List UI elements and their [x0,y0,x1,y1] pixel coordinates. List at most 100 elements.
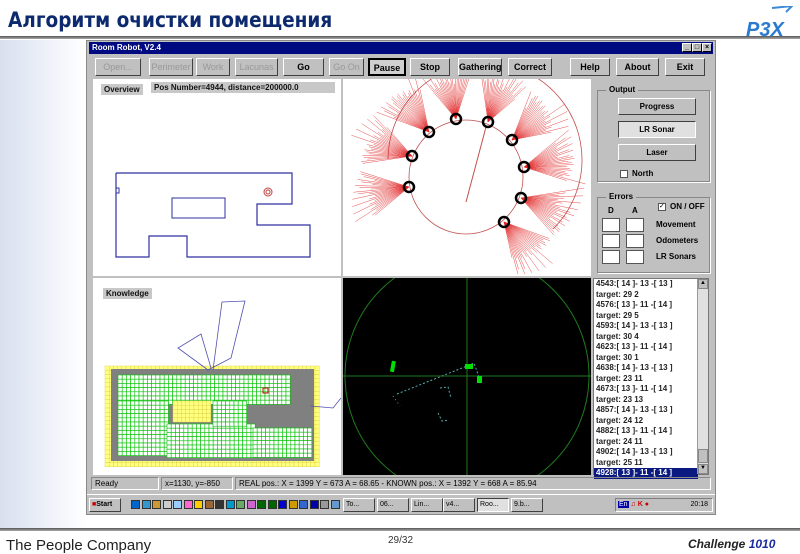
log-item[interactable]: target: 29 2 [594,290,708,301]
toolbar-button-stop[interactable]: Stop [410,58,450,76]
log-item[interactable]: target: 25 11 [594,458,708,469]
toolbar-button-exit[interactable]: Exit [665,58,705,76]
toolbar-button-gathering[interactable]: Gathering [458,58,502,76]
toolbar-button-about[interactable]: About [616,58,659,76]
toolbar-button-work[interactable]: Work [196,58,230,76]
start-label: Start [96,501,113,508]
log-item[interactable]: target: 30 4 [594,332,708,343]
task-button[interactable]: Roo... [477,498,509,512]
lr-sonars-d-field[interactable] [602,250,620,264]
quick-launch-icon[interactable] [278,500,287,509]
lr-sonars-a-field[interactable] [626,250,644,264]
cleaned-cell [147,378,152,384]
north-checkbox[interactable] [620,170,628,178]
quick-launch-icon[interactable] [225,500,235,509]
log-item[interactable]: 4623:[ 13 ]- 11 -[ 14 ] [594,342,708,353]
cleaned-cell [261,448,266,454]
quick-launch-icon[interactable] [288,500,298,509]
cleaned-cell [268,378,274,384]
quick-launch-icon[interactable] [309,500,319,509]
odometers-a-field[interactable] [626,234,644,248]
quick-launch-icon[interactable] [330,500,340,509]
cleaned-cell [159,374,165,380]
cleaned-cell [229,413,235,419]
quick-launch-icon[interactable] [246,500,256,509]
odometers-d-field[interactable] [602,234,620,248]
quick-launch-icon[interactable] [257,500,266,509]
quick-launch-icon[interactable] [299,500,308,509]
cleaned-cell [134,409,140,414]
cleaned-cell [214,387,220,393]
cleaned-cell [290,444,296,450]
task-button[interactable]: 06... [377,498,409,512]
log-item[interactable]: 4576:[ 13 ]- 11 -[ 14 ] [594,300,708,311]
cleaned-cell [168,391,173,397]
task-button[interactable]: 9.b... [511,498,543,512]
log-item[interactable]: target: 23 11 [594,374,708,385]
sonar-ray [373,115,413,157]
log-item[interactable]: 4857:[ 14 ]- 13 -[ 13 ] [594,405,708,416]
log-item[interactable]: 4902:[ 14 ]- 13 -[ 13 ] [594,447,708,458]
toolbar-button-gohome[interactable]: Go Home [283,58,324,88]
maximize-button[interactable]: □ [692,43,702,52]
quick-launch-icon[interactable] [173,500,182,509]
task-button[interactable]: To... [343,498,375,512]
quick-launch-icon[interactable] [236,500,245,509]
toolbar-button-correct[interactable]: Correct [508,58,552,76]
task-button[interactable]: Lin... [411,498,443,512]
quick-launch-icon[interactable] [152,500,161,509]
close-button[interactable]: × [702,43,712,52]
movement-a-field[interactable] [626,218,644,232]
toolbar-button-goon[interactable]: Go On [329,58,364,76]
log-item[interactable]: 4593:[ 14 ]- 13 -[ 13 ] [594,321,708,332]
cleaned-cell [252,374,257,380]
toolbar-button-open[interactable]: Open... [95,58,141,76]
log-item[interactable]: target: 29 5 [594,311,708,322]
quick-launch-icon[interactable] [204,500,214,509]
quick-launch-icon[interactable] [194,500,203,509]
cleaned-cell [204,448,210,454]
quick-launch-icon[interactable] [215,500,224,509]
cleaned-cell [130,409,136,414]
cleaned-cell [121,374,127,380]
cleaned-cell [138,409,144,414]
log-item[interactable]: target: 23 13 [594,395,708,406]
quick-launch-icon[interactable] [162,500,172,509]
toolbar-button-lacunas[interactable]: Lacunas [235,58,278,76]
cleaned-cell [183,448,189,454]
language-indicator[interactable]: En [618,501,629,508]
toolbar-button-pause[interactable]: Pause [368,58,406,76]
log-item[interactable]: 4673:[ 13 ]- 11 -[ 14 ] [594,384,708,395]
quick-launch-icon[interactable] [183,500,193,509]
laser-button[interactable]: Laser [618,144,696,161]
log-listbox[interactable]: 4543:[ 14 ]- 13 -[ 13 ] target: 29 2 4576:… [593,278,709,479]
progress-button[interactable]: Progress [618,98,696,115]
quick-launch-icon[interactable] [131,500,140,509]
log-item[interactable]: target: 24 11 [594,437,708,448]
cleaned-cell [225,440,231,446]
log-item[interactable]: target: 24 12 [594,416,708,427]
toolbar-button-perimeter[interactable]: Perimeter [149,58,193,76]
onoff-checkbox[interactable]: ✓ [658,203,666,211]
cleaned-cell [147,395,152,401]
task-button[interactable]: v4... [443,498,475,512]
log-item[interactable]: 4543:[ 14 ]- 13 -[ 13 ] [594,279,708,290]
quick-launch-icon[interactable] [267,500,277,509]
log-item[interactable]: target: 30 1 [594,353,708,364]
start-button[interactable]: ■Start [89,498,121,512]
cleaned-cell [142,404,148,410]
cleaned-cell [216,417,222,423]
sonar-ray [360,171,410,188]
lr-sonar-button[interactable]: LR Sonar [618,121,696,138]
cleaned-cell [237,404,243,410]
log-item[interactable]: 4882:[ 13 ]- 11 -[ 14 ] [594,426,708,437]
minimize-button[interactable]: _ [682,43,692,52]
cleaned-cell [191,432,197,437]
quick-launch-icon[interactable] [141,500,151,509]
log-item[interactable]: 4638:[ 14 ]- 13 -[ 13 ] [594,363,708,374]
toolbar-button-help[interactable]: Help [570,58,610,76]
log-scrollbar[interactable]: ▲ ▼ [697,279,708,474]
cleaned-cell [170,453,176,458]
quick-launch-icon[interactable] [320,500,329,509]
movement-d-field[interactable] [602,218,620,232]
